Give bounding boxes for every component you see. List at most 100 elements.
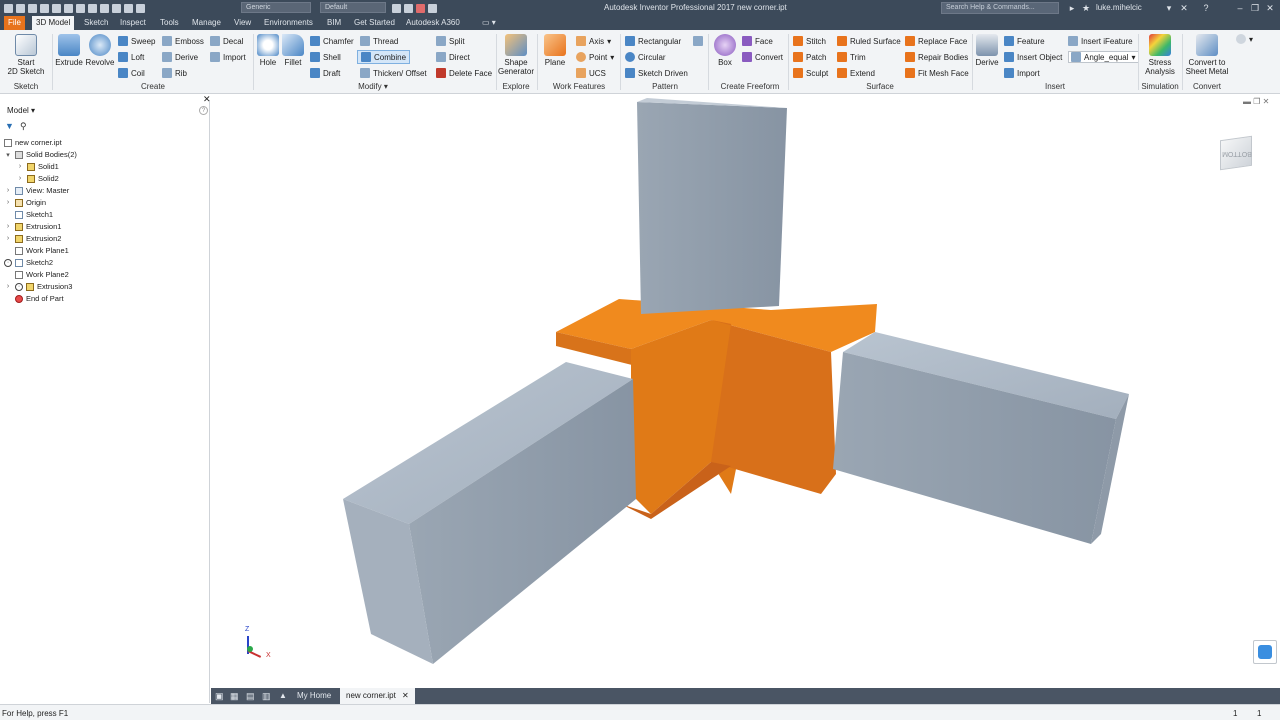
tab-inspect[interactable]: Inspect <box>116 16 150 30</box>
minimize-icon[interactable]: – <box>1234 2 1246 14</box>
arrange-icon[interactable]: ▤ <box>246 691 255 702</box>
tab-file[interactable]: File <box>4 16 25 30</box>
start-2d-sketch-button[interactable]: Start 2D Sketch <box>6 34 46 76</box>
fillet-button[interactable]: Fillet <box>281 34 305 67</box>
tab-view[interactable]: View <box>230 16 255 30</box>
tree-item-extrusion1[interactable]: › Extrusion1 <box>4 222 62 231</box>
stitch-button[interactable]: Stitch <box>793 36 826 46</box>
tab-sketch[interactable]: Sketch <box>80 16 112 30</box>
rectangular-pattern-button[interactable]: Rectangular <box>625 36 681 46</box>
coil-button[interactable]: Coil <box>118 68 145 78</box>
chevron-up-icon[interactable]: ▲ <box>279 691 287 700</box>
viewcube[interactable]: BOTTOM <box>1216 132 1258 174</box>
exchange-icon[interactable]: ✕ <box>1178 2 1190 14</box>
draft-button[interactable]: Draft <box>310 68 340 78</box>
convert-freeform-button[interactable]: Convert <box>742 52 783 62</box>
new-file-icon[interactable] <box>16 3 25 13</box>
sweep-button[interactable]: Sweep <box>118 36 155 46</box>
sketch-driven-pattern-button[interactable]: Sketch Driven <box>625 68 688 78</box>
derive-button[interactable]: Derive <box>162 52 198 62</box>
shell-button[interactable]: Shell <box>310 52 341 62</box>
tree-item-extrusion3[interactable]: › · Extrusion3 <box>4 282 73 291</box>
tree-item-solid2[interactable]: › Solid2 <box>16 174 59 183</box>
direct-button[interactable]: Direct <box>436 52 470 62</box>
tree-item-work-plane2[interactable]: Work Plane2 <box>4 270 69 279</box>
extend-button[interactable]: Extend <box>837 68 875 78</box>
print-icon[interactable] <box>100 3 109 13</box>
chamfer-button[interactable]: Chamfer <box>310 36 354 46</box>
expand-icon[interactable]: › <box>4 235 12 242</box>
expand-icon[interactable]: › <box>4 223 12 230</box>
filter-icon[interactable]: ▼ <box>5 121 14 131</box>
tab-new-corner-ipt[interactable]: new corner.ipt ✕ <box>340 688 415 704</box>
import-insert-button[interactable]: Import <box>1004 68 1040 78</box>
home-icon[interactable] <box>76 3 85 13</box>
save-icon[interactable] <box>40 3 49 13</box>
ribbon-options-icon[interactable]: ▭ ▾ <box>478 16 500 30</box>
material-select[interactable]: Generic <box>241 2 311 13</box>
convert-to-sheet-metal-button[interactable]: Convert to Sheet Metal <box>1184 34 1230 76</box>
user-account[interactable]: luke.mihelcic <box>1096 3 1142 12</box>
tree-item-extrusion2[interactable]: › Extrusion2 <box>4 234 62 243</box>
patch-button[interactable]: Patch <box>793 52 826 62</box>
tab-environments[interactable]: Environments <box>260 16 317 30</box>
stress-analysis-button[interactable]: Stress Analysis <box>1142 34 1178 76</box>
visibility-icon[interactable]: · <box>4 258 12 267</box>
close-panel-icon[interactable]: ✕ <box>203 94 211 105</box>
graphics-viewport[interactable]: BOTTOM ▬ ❐ ✕ Z X <box>211 94 1280 688</box>
tree-item-sketch1[interactable]: Sketch1 <box>4 210 53 219</box>
parameter-select[interactable]: Angle_equal ▾ <box>1068 51 1139 63</box>
visibility-icon[interactable]: · <box>15 282 23 291</box>
restore-icon[interactable]: ❐ <box>1249 2 1261 14</box>
face-freeform-button[interactable]: Face <box>742 36 773 46</box>
shape-generator-button[interactable]: Shape Generator <box>497 34 535 76</box>
expand-icon[interactable]: › <box>4 199 12 206</box>
hole-button[interactable]: Hole <box>256 34 280 67</box>
close-icon[interactable]: ✕ <box>1264 2 1276 14</box>
plane-button[interactable]: Plane <box>541 34 569 67</box>
parameters-icon[interactable] <box>416 3 425 13</box>
extrude-button[interactable]: Extrude <box>54 34 84 67</box>
split-button[interactable]: Split <box>436 36 465 46</box>
sculpt-button[interactable]: Sculpt <box>793 68 828 78</box>
expand-icon[interactable]: › <box>16 163 24 170</box>
thread-button[interactable]: Thread <box>360 36 398 46</box>
tab-my-home[interactable]: My Home <box>291 688 337 704</box>
expand-icon[interactable]: › <box>4 187 12 194</box>
properties-icon[interactable] <box>112 3 121 13</box>
browser-title[interactable]: Model ▾ <box>7 106 35 115</box>
box-freeform-button[interactable]: Box <box>711 34 739 67</box>
import-button[interactable]: Import <box>210 52 246 62</box>
left-beam[interactable] <box>343 362 636 664</box>
tab-bim[interactable]: BIM <box>323 16 345 30</box>
axis-button[interactable]: Axis ▾ <box>576 36 611 46</box>
tree-item-end-of-part[interactable]: End of Part <box>4 294 64 303</box>
tree-item-solid-bodies[interactable]: ▾ Solid Bodies(2) <box>4 150 77 159</box>
list-icon[interactable]: ▥ <box>262 691 271 702</box>
cascade-icon[interactable]: ▦ <box>230 691 239 702</box>
rib-button[interactable]: Rib <box>162 68 187 78</box>
thicken-offset-button[interactable]: Thicken/ Offset <box>360 68 427 78</box>
tab-autodesk-a360[interactable]: Autodesk A360 <box>402 16 464 30</box>
update-icon[interactable] <box>124 3 133 13</box>
vertical-beam[interactable] <box>637 98 787 314</box>
insert-ifeature-button[interactable]: Insert iFeature <box>1068 36 1133 46</box>
right-beam[interactable] <box>833 332 1129 544</box>
help-icon[interactable]: ? <box>1200 2 1212 14</box>
measure-icon[interactable] <box>428 3 437 13</box>
tab-manage[interactable]: Manage <box>188 16 225 30</box>
ruled-surface-button[interactable]: Ruled Surface <box>837 36 901 46</box>
appearance-select[interactable]: Default <box>320 2 386 13</box>
search-input[interactable]: Search Help & Commands... <box>941 2 1059 14</box>
redo-icon[interactable] <box>64 3 73 13</box>
adjust-icon[interactable] <box>404 3 413 13</box>
tree-item-solid1[interactable]: › Solid1 <box>16 162 59 171</box>
trim-button[interactable]: Trim <box>837 52 866 62</box>
ucs-button[interactable]: UCS <box>576 68 606 78</box>
star-icon[interactable]: ★ <box>1080 2 1092 14</box>
tree-item-work-plane1[interactable]: Work Plane1 <box>4 246 69 255</box>
point-button[interactable]: Point ▾ <box>576 52 614 62</box>
loft-button[interactable]: Loft <box>118 52 144 62</box>
decal-button[interactable]: Decal <box>210 36 243 46</box>
collapse-icon[interactable]: ▾ <box>4 151 12 159</box>
